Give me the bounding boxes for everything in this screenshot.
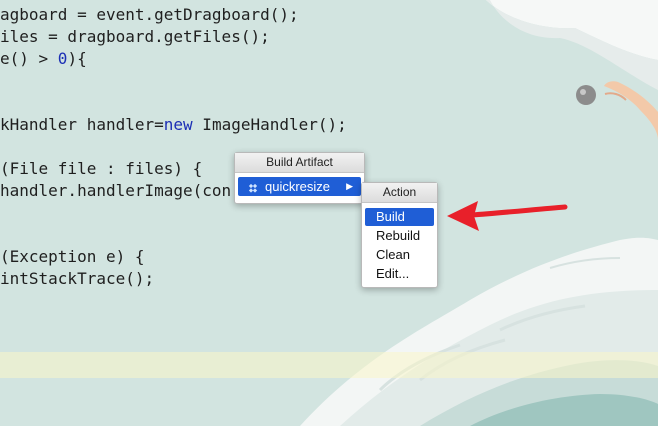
red-arrow-annotation [447, 201, 568, 231]
